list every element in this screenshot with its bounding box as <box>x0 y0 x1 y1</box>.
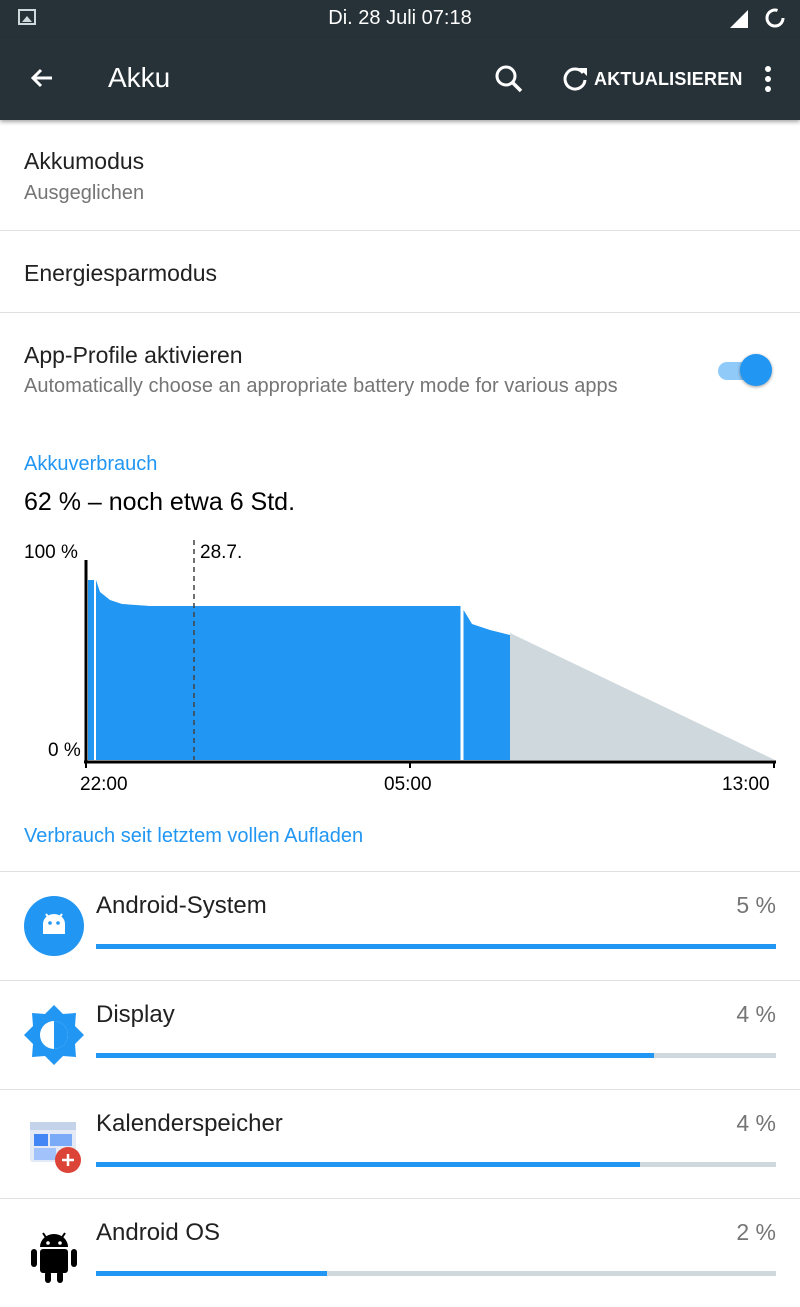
chart-ylabel-top: 100 % <box>24 542 78 563</box>
battery-mode-item[interactable]: Akkumodus Ausgeglichen <box>0 120 800 231</box>
chart-projected-area <box>510 633 775 760</box>
app-usage-bar-fill <box>96 944 776 949</box>
status-bar: Di. 28 Juli 07:18 <box>0 0 800 38</box>
app-usage-bar-fill <box>96 1271 328 1276</box>
usage-section-header: Akkuverbrauch <box>24 453 158 475</box>
calendar-storage-icon <box>30 1122 81 1173</box>
app-row-android-system[interactable]: Android-System 5 % <box>0 871 800 980</box>
app-usage-bar <box>96 1053 776 1058</box>
app-usage-bar-fill <box>96 1053 654 1058</box>
chart-ylabel-bottom: 0 % <box>48 740 81 761</box>
app-percent: 2 % <box>736 1219 776 1245</box>
battery-mode-title: Akkumodus <box>24 148 145 174</box>
battery-chart: 100 % 0 % 28.7. 22:00 05:00 13:00 <box>24 540 776 795</box>
app-usage-bar <box>96 944 776 949</box>
android-system-icon <box>24 896 84 956</box>
refresh-icon <box>563 67 587 91</box>
app-profiles-item[interactable]: App-Profile aktivieren Automatically cho… <box>0 313 800 423</box>
app-percent: 4 % <box>736 1110 776 1136</box>
app-profiles-summary: Automatically choose an appropriate batt… <box>24 375 618 397</box>
sync-icon <box>765 8 785 28</box>
chart-actual-area <box>88 580 510 760</box>
signal-icon <box>730 10 748 28</box>
battery-mode-value: Ausgeglichen <box>24 182 145 204</box>
toggle-thumb <box>740 354 772 386</box>
app-row-calendar-storage[interactable]: Kalenderspeicher 4 % <box>0 1089 800 1198</box>
app-row-android-os[interactable]: Android OS 2 % <box>0 1198 800 1307</box>
app-usage-bar <box>96 1271 776 1276</box>
app-usage-bar-fill <box>96 1162 640 1167</box>
apps-section-header: Verbrauch seit letztem vollen Aufladen <box>24 825 364 847</box>
display-brightness-icon <box>24 1005 84 1065</box>
chart-marker-label: 28.7. <box>200 542 242 563</box>
app-profiles-title: App-Profile aktivieren <box>24 342 243 368</box>
app-name: Android-System <box>96 892 267 919</box>
refresh-button[interactable]: AKTUALISIEREN <box>560 64 743 94</box>
chart-xtick-label-0: 22:00 <box>80 774 128 795</box>
app-name: Display <box>96 1001 175 1028</box>
power-saving-title: Energiesparmodus <box>24 260 218 286</box>
app-usage-bar <box>96 1162 776 1167</box>
back-arrow-icon[interactable] <box>26 62 58 94</box>
power-saving-item[interactable]: Energiesparmodus <box>0 231 800 313</box>
android-os-icon <box>31 1232 77 1283</box>
refresh-label: AKTUALISIEREN <box>594 68 743 89</box>
app-percent: 5 % <box>736 892 776 918</box>
app-bar: Akku AKTUALISIEREN <box>0 38 800 120</box>
more-options-icon[interactable] <box>756 64 780 94</box>
search-icon[interactable] <box>492 62 526 96</box>
page-title: Akku <box>108 62 171 93</box>
status-time: Di. 28 Juli 07:18 <box>328 7 472 29</box>
app-name: Kalenderspeicher <box>96 1110 283 1137</box>
app-name: Android OS <box>96 1219 221 1246</box>
app-row-display[interactable]: Display 4 % <box>0 980 800 1089</box>
app-percent: 4 % <box>736 1001 776 1027</box>
usage-summary: 62 % – noch etwa 6 Std. <box>24 488 296 516</box>
chart-xtick-label-2: 13:00 <box>722 774 770 795</box>
chart-xtick-label-1: 05:00 <box>384 774 432 795</box>
app-profiles-toggle[interactable] <box>716 352 772 388</box>
